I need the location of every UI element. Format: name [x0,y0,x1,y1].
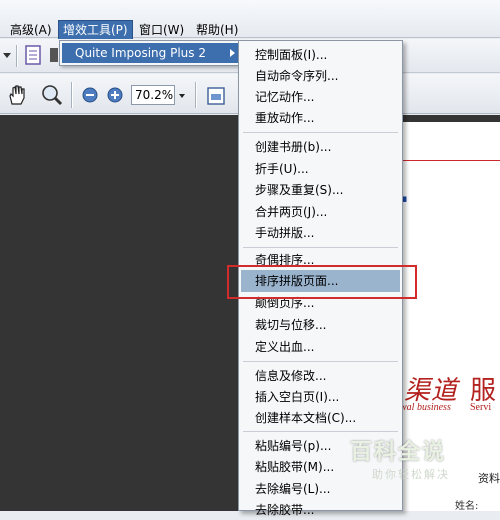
menu-item-create-sample[interactable]: 创建样本文档(C)... [255,408,356,428]
name-label: 姓名: [455,501,479,512]
quite-imposing-menu-item[interactable]: Quite Imposing Plus 2 [62,43,241,63]
watermark-subtitle: 助你轻松解决 [372,468,450,481]
submenu-arrow-icon [230,49,235,57]
zoom-tool-icon[interactable] [40,83,64,107]
menu-advanced[interactable]: 高级(A) [6,21,56,39]
menu-item-create-booklet[interactable]: 创建书册(b)... [255,137,331,157]
menu-plugins[interactable]: 增效工具(P) [58,20,133,40]
menu-item-merge-pages[interactable]: 合并两页(J)... [255,202,327,222]
menu-separator [243,361,398,362]
menu-item-paste-tape[interactable]: 粘贴胶带(M)... [255,457,334,477]
menu-help[interactable]: 帮助(H) [192,21,242,39]
menu-item-remove-tape[interactable]: 去除胶带... [255,500,314,520]
zoom-out-icon[interactable] [82,87,98,103]
toolbar-separator [195,82,196,108]
brand-text-en: wal business [400,402,451,413]
document-icon[interactable] [24,45,42,65]
menu-item-fold[interactable]: 折手(U)... [255,159,309,179]
menu-item-insert-blank[interactable]: 插入空白页(I)... [255,387,339,407]
quite-imposing-label: Quite Imposing Plus 2 [75,46,206,60]
watermark-title: 百科全说 [350,440,447,465]
menu-separator [243,431,398,432]
brand-text-en-2: Servi [470,402,492,413]
info-label: 资料 [478,472,500,485]
menu-window[interactable]: 窗口(W) [135,21,188,39]
fit-page-icon[interactable] [206,86,228,106]
menu-item-step-repeat[interactable]: 步骤及重复(S)... [255,180,343,200]
plugins-submenu: Quite Imposing Plus 2 [59,40,244,66]
zoom-in-icon[interactable] [107,87,123,103]
zoom-dropdown-arrow-icon[interactable] [179,94,185,98]
menu-item-define-bleed[interactable]: 定义出血... [255,337,314,357]
hand-tool-icon[interactable] [6,84,28,106]
menu-item-auto-sequence[interactable]: 自动命令序列... [255,66,338,86]
toolbar-separator [16,45,17,67]
menu-item-control-panel[interactable]: 控制面板(I)... [255,45,327,65]
menu-item-info-modify[interactable]: 信息及修改... [255,366,326,386]
menu-item-record-actions[interactable]: 记忆动作... [255,87,314,107]
partial-icon [50,48,58,62]
menu-item-remove-number[interactable]: 去除编号(L)... [255,479,331,499]
menu-item-manual-imposition[interactable]: 手动拼版... [255,223,314,243]
menu-separator [243,132,398,133]
zoom-level-field[interactable]: 70.2% [131,85,175,105]
toolbar-separator [71,82,72,108]
menu-bar: 高级(A) 增效工具(P) 窗口(W) 帮助(H) [0,0,500,40]
highlight-annotation-box [227,265,417,299]
menu-separator [243,247,398,248]
menu-item-paste-number[interactable]: 粘贴编号(p)... [255,436,331,456]
menu-item-trim-shift[interactable]: 裁切与位移... [255,315,326,335]
menu-item-replay-actions[interactable]: 重放动作... [255,108,314,128]
dropdown-arrow-icon[interactable] [3,53,11,58]
